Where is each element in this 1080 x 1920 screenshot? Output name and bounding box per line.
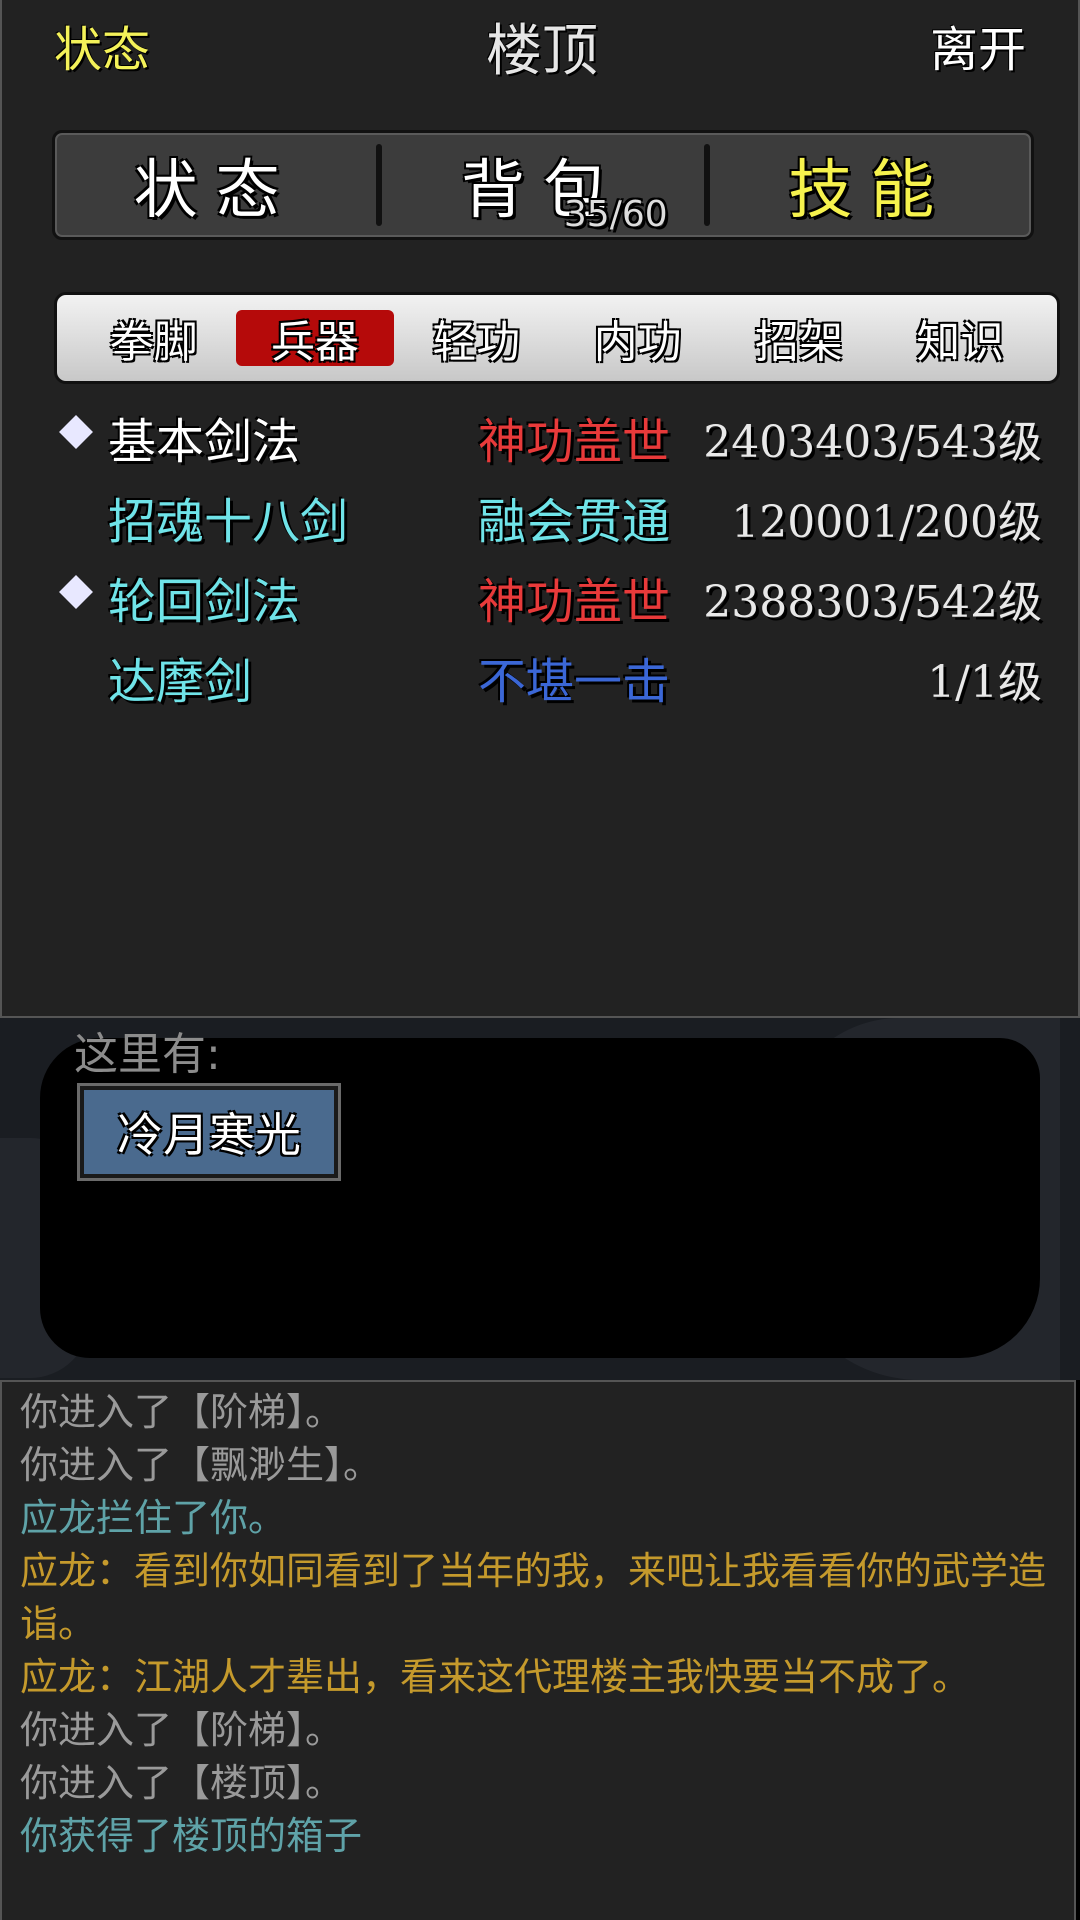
skill-name: 达摩剑 (108, 654, 253, 710)
log-message: 你获得了楼顶的箱子 (20, 1814, 363, 1858)
skill-progress: 1/1级 (927, 657, 1042, 708)
subtab-inner[interactable]: 内功 (559, 310, 716, 368)
skill-level: 神功盖世 (478, 414, 671, 470)
log-message: 你进入了【楼顶】。 (20, 1761, 344, 1805)
main-tab-bar: 状态 背包 35/60 技能 (52, 130, 1034, 240)
skill-name: 轮回剑法 (108, 574, 301, 630)
equipped-diamond-icon (59, 575, 93, 609)
skill-level: 融会贯通 (478, 494, 671, 550)
skill-category-tabs: 拳脚 兵器 轻功 内功 招架 知识 (54, 292, 1060, 384)
here-label: 这里有: (74, 1029, 221, 1080)
subtab-fist[interactable]: 拳脚 (75, 310, 232, 368)
log-message: 应龙：江湖人才辈出，看来这代理楼主我快要当不成了。 (20, 1655, 971, 1699)
equipped-diamond-icon (59, 415, 93, 449)
skill-name: 基本剑法 (108, 414, 301, 470)
log-message: 你进入了【飘渺生】。 (20, 1443, 382, 1487)
tab-status[interactable]: 状态 (55, 133, 376, 237)
skill-progress: 120001/200级 (731, 497, 1042, 548)
skill-name: 招魂十八剑 (108, 494, 349, 550)
subtab-knowledge[interactable]: 知识 (882, 310, 1039, 368)
skill-progress: 2388303/542级 (703, 577, 1042, 628)
tab-skills[interactable]: 技能 (710, 133, 1031, 237)
message-log[interactable]: 你进入了【阶梯】。 你进入了【飘渺生】。 应龙拦住了你。 应龙：看到你如同看到了… (0, 1380, 1076, 1920)
skill-row[interactable]: 轮回剑法 神功盖世 2388303/542级 (2, 558, 1080, 638)
skill-progress: 2403403/543级 (703, 417, 1042, 468)
bag-capacity-count: 35/60 (563, 194, 668, 235)
skill-row[interactable]: 基本剑法 神功盖世 2403403/543级 (2, 398, 1080, 478)
skill-level: 不堪一击 (478, 654, 671, 710)
log-message: 应龙拦住了你。 (20, 1496, 287, 1540)
npc-button[interactable]: 冷月寒光 (77, 1083, 341, 1181)
skill-list: 基本剑法 神功盖世 2403403/543级 招魂十八剑 融会贯通 120001… (2, 398, 1080, 718)
location-title: 楼顶 (486, 19, 598, 84)
skill-level: 神功盖世 (478, 574, 671, 630)
tab-bag[interactable]: 背包 35/60 (382, 133, 703, 237)
log-message: 你进入了【阶梯】。 (20, 1708, 344, 1752)
leave-button[interactable]: 离开 (930, 10, 1026, 80)
log-message: 你进入了【阶梯】。 (20, 1390, 344, 1434)
subtab-lightness[interactable]: 轻功 (398, 310, 555, 368)
skill-panel: 状态 楼顶 离开 状态 背包 35/60 技能 拳脚 兵器 轻功 内功 招架 知… (0, 0, 1080, 1018)
tab-status-label: 状态 (133, 154, 298, 228)
subtab-parry[interactable]: 招架 (720, 310, 877, 368)
scene-area: 这里有: 冷月寒光 (0, 1018, 1080, 1380)
tab-skills-label: 技能 (788, 154, 953, 228)
skill-row[interactable]: 达摩剑 不堪一击 1/1级 (2, 638, 1080, 718)
skill-row[interactable]: 招魂十八剑 融会贯通 120001/200级 (2, 478, 1080, 558)
log-message: 应龙：看到你如同看到了当年的我，来吧让我看看你的武学造诣。 (20, 1549, 1047, 1646)
subtab-weapon[interactable]: 兵器 (236, 310, 394, 368)
